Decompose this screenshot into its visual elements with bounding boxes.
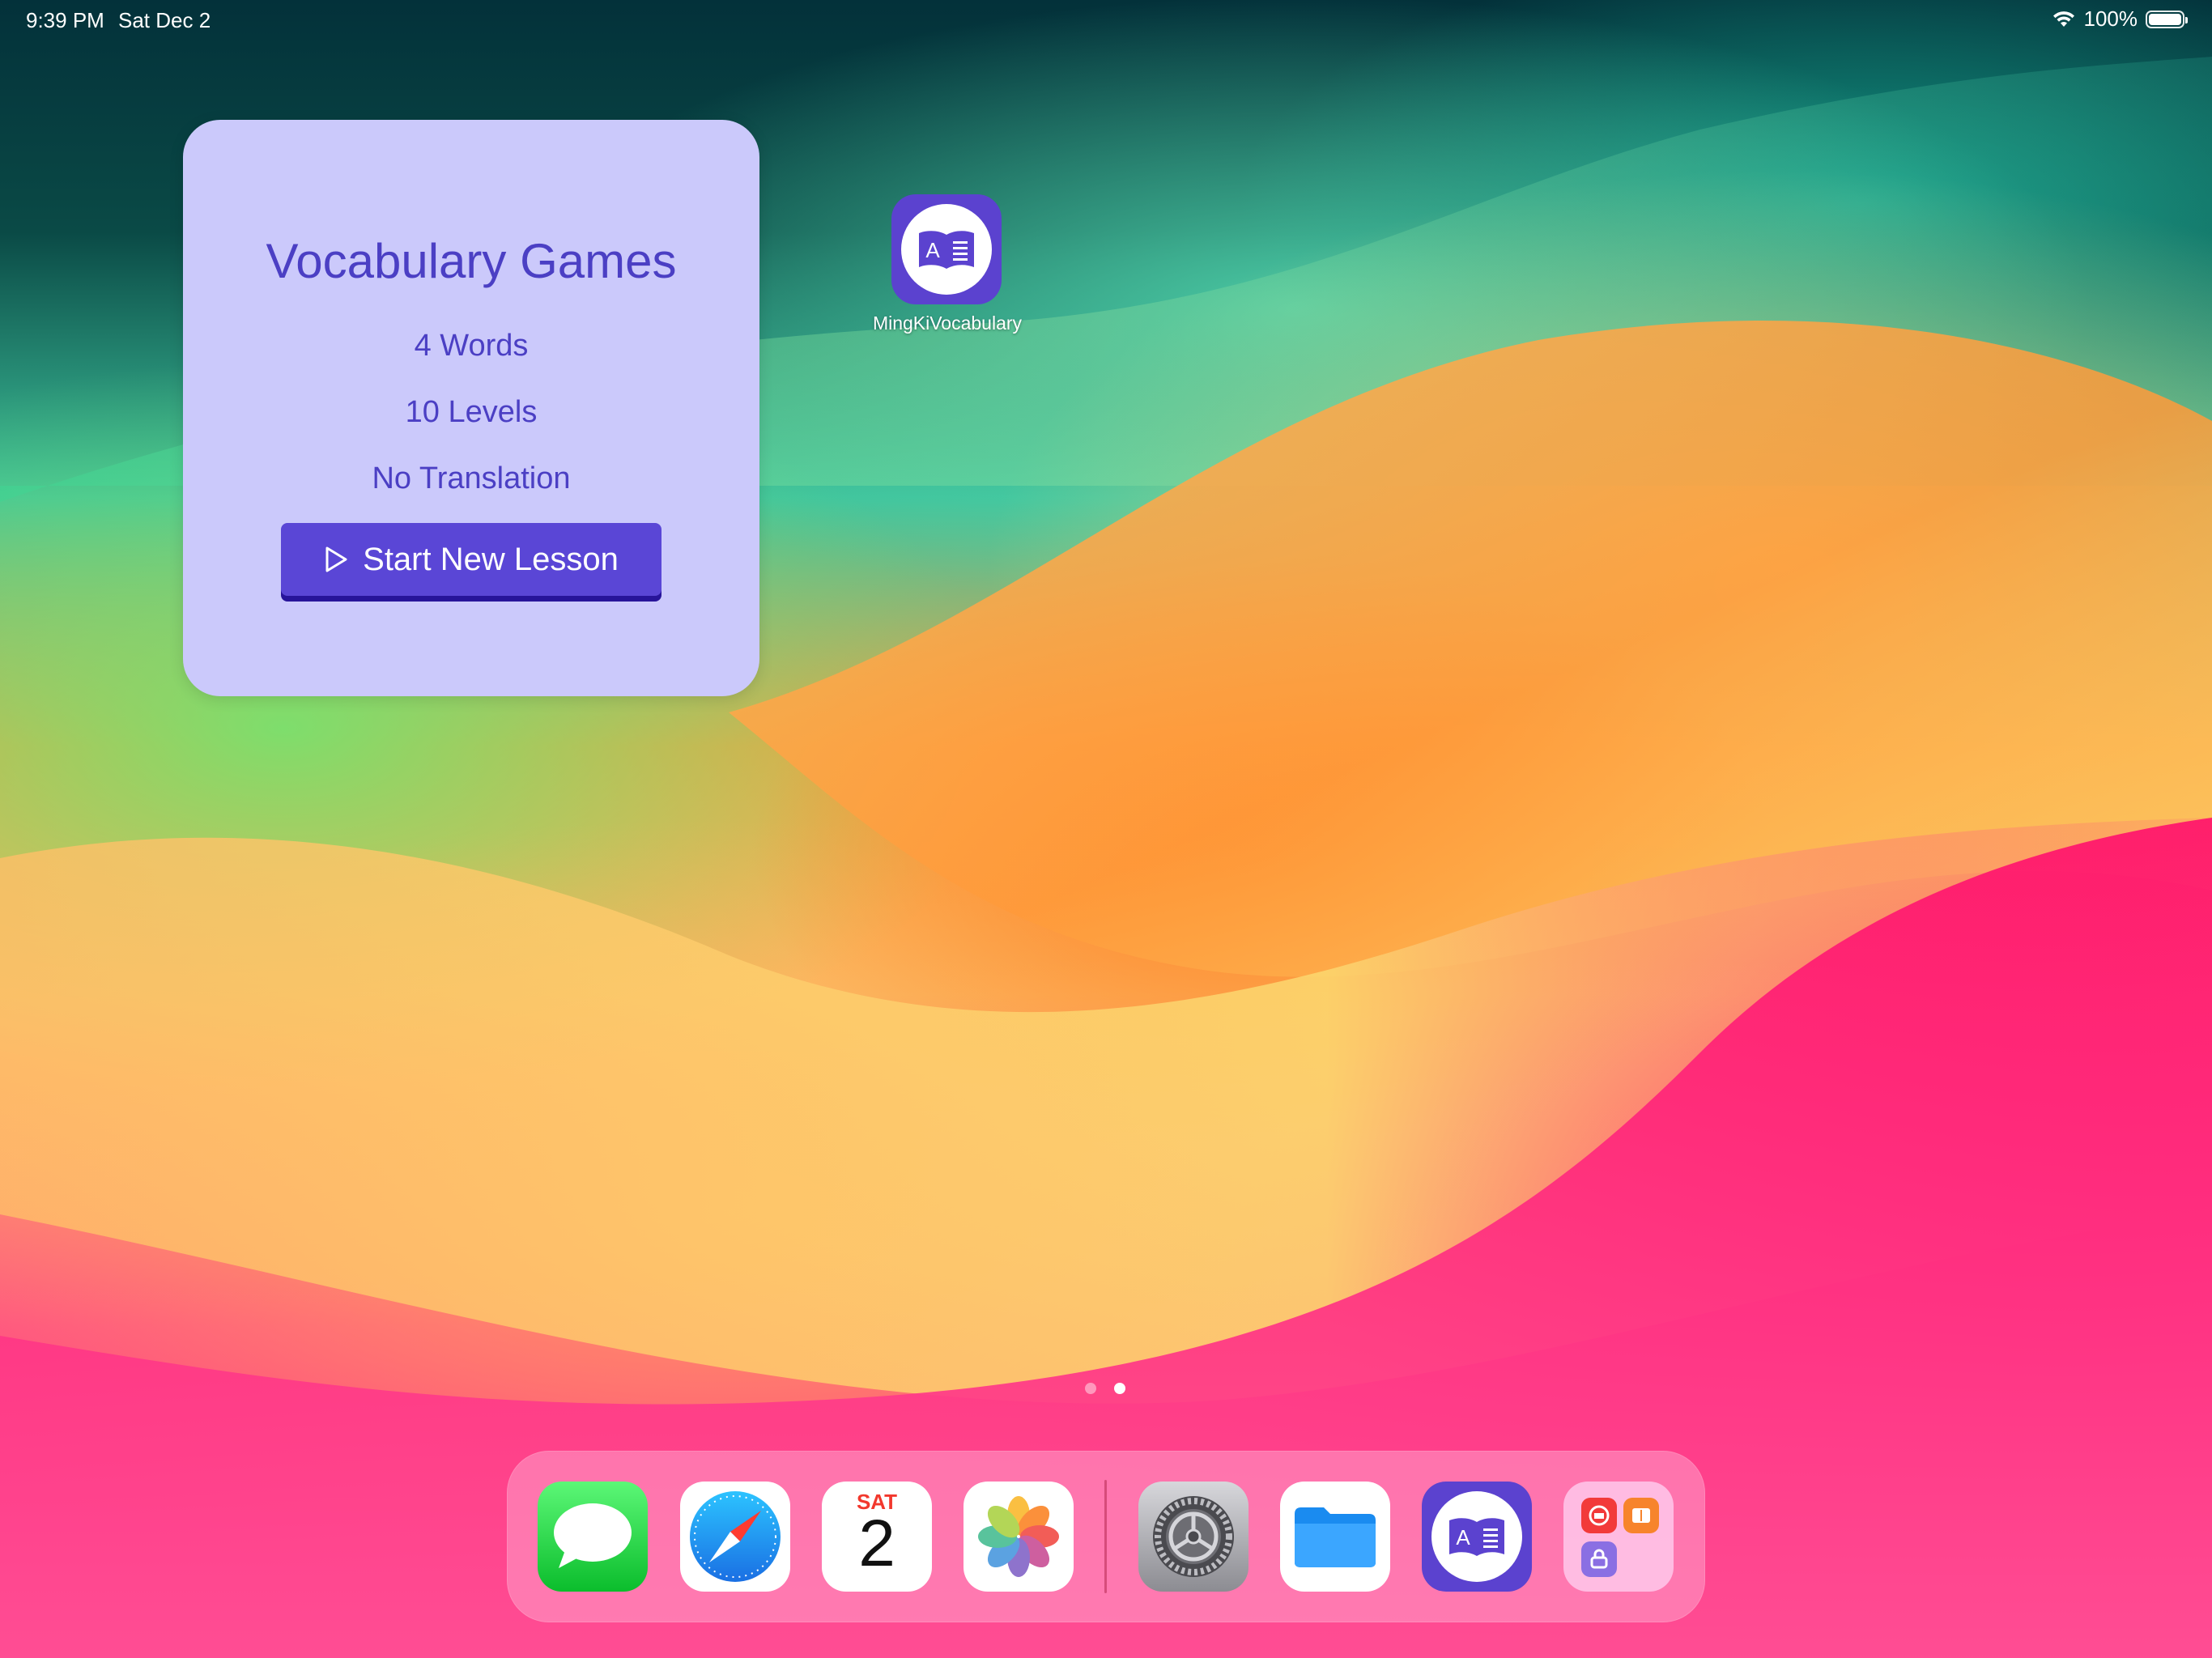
status-right: 100% — [2052, 6, 2188, 32]
status-date: Sat Dec 2 — [118, 8, 211, 32]
svg-text:A: A — [925, 238, 940, 262]
files-app-icon[interactable] — [1280, 1482, 1390, 1592]
battery-percent: 100% — [2083, 6, 2138, 31]
gear-icon — [1153, 1496, 1234, 1577]
book-icon: A — [1431, 1491, 1522, 1582]
mingkivocabulary-app-label: MingKiVocabulary — [872, 312, 1023, 334]
widget-title: Vocabulary Games — [266, 234, 677, 288]
battery-icon — [2146, 10, 2188, 28]
folder-mini-app-2 — [1623, 1498, 1659, 1533]
status-bar: 9:39 PM Sat Dec 2 100% — [0, 0, 2212, 39]
play-icon — [325, 546, 347, 572]
svg-text:A: A — [1456, 1525, 1470, 1550]
status-time: 9:39 PM — [26, 8, 104, 32]
photos-app-icon[interactable] — [963, 1482, 1074, 1592]
calendar-app-icon[interactable]: SAT 2 — [822, 1482, 932, 1592]
messages-app-icon[interactable] — [538, 1482, 648, 1592]
settings-app-icon[interactable] — [1138, 1482, 1249, 1592]
folder-mini-app-3 — [1581, 1541, 1617, 1577]
page-dot-2[interactable] — [1114, 1383, 1125, 1394]
page-indicator[interactable] — [1085, 1383, 1125, 1394]
vocabulary-widget[interactable]: Vocabulary Games 4 Words 10 Levels No Tr… — [183, 120, 759, 696]
page-dot-1[interactable] — [1085, 1383, 1096, 1394]
book-icon: A — [901, 204, 992, 295]
safari-compass-icon — [690, 1491, 781, 1582]
wifi-icon — [2052, 11, 2074, 27]
folder-mini-app-1 — [1581, 1498, 1617, 1533]
mingkivocabulary-dock-icon[interactable]: A — [1422, 1482, 1532, 1592]
app-folder-icon[interactable] — [1563, 1482, 1674, 1592]
dock-divider — [1104, 1480, 1107, 1593]
safari-app-icon[interactable] — [680, 1482, 790, 1592]
photos-flower-icon — [978, 1496, 1059, 1577]
calendar-date: 2 — [858, 1507, 895, 1580]
messages-icon — [554, 1503, 632, 1568]
widget-levels: 10 Levels — [405, 395, 538, 429]
mingkivocabulary-app-icon[interactable]: A — [891, 194, 1002, 304]
start-new-lesson-label: Start New Lesson — [363, 541, 619, 577]
widget-translation: No Translation — [372, 461, 571, 495]
folder-icon — [1295, 1507, 1376, 1567]
widget-words: 4 Words — [414, 329, 529, 363]
dock: SAT 2 A — [507, 1451, 1705, 1622]
start-new-lesson-button[interactable]: Start New Lesson — [281, 523, 661, 596]
